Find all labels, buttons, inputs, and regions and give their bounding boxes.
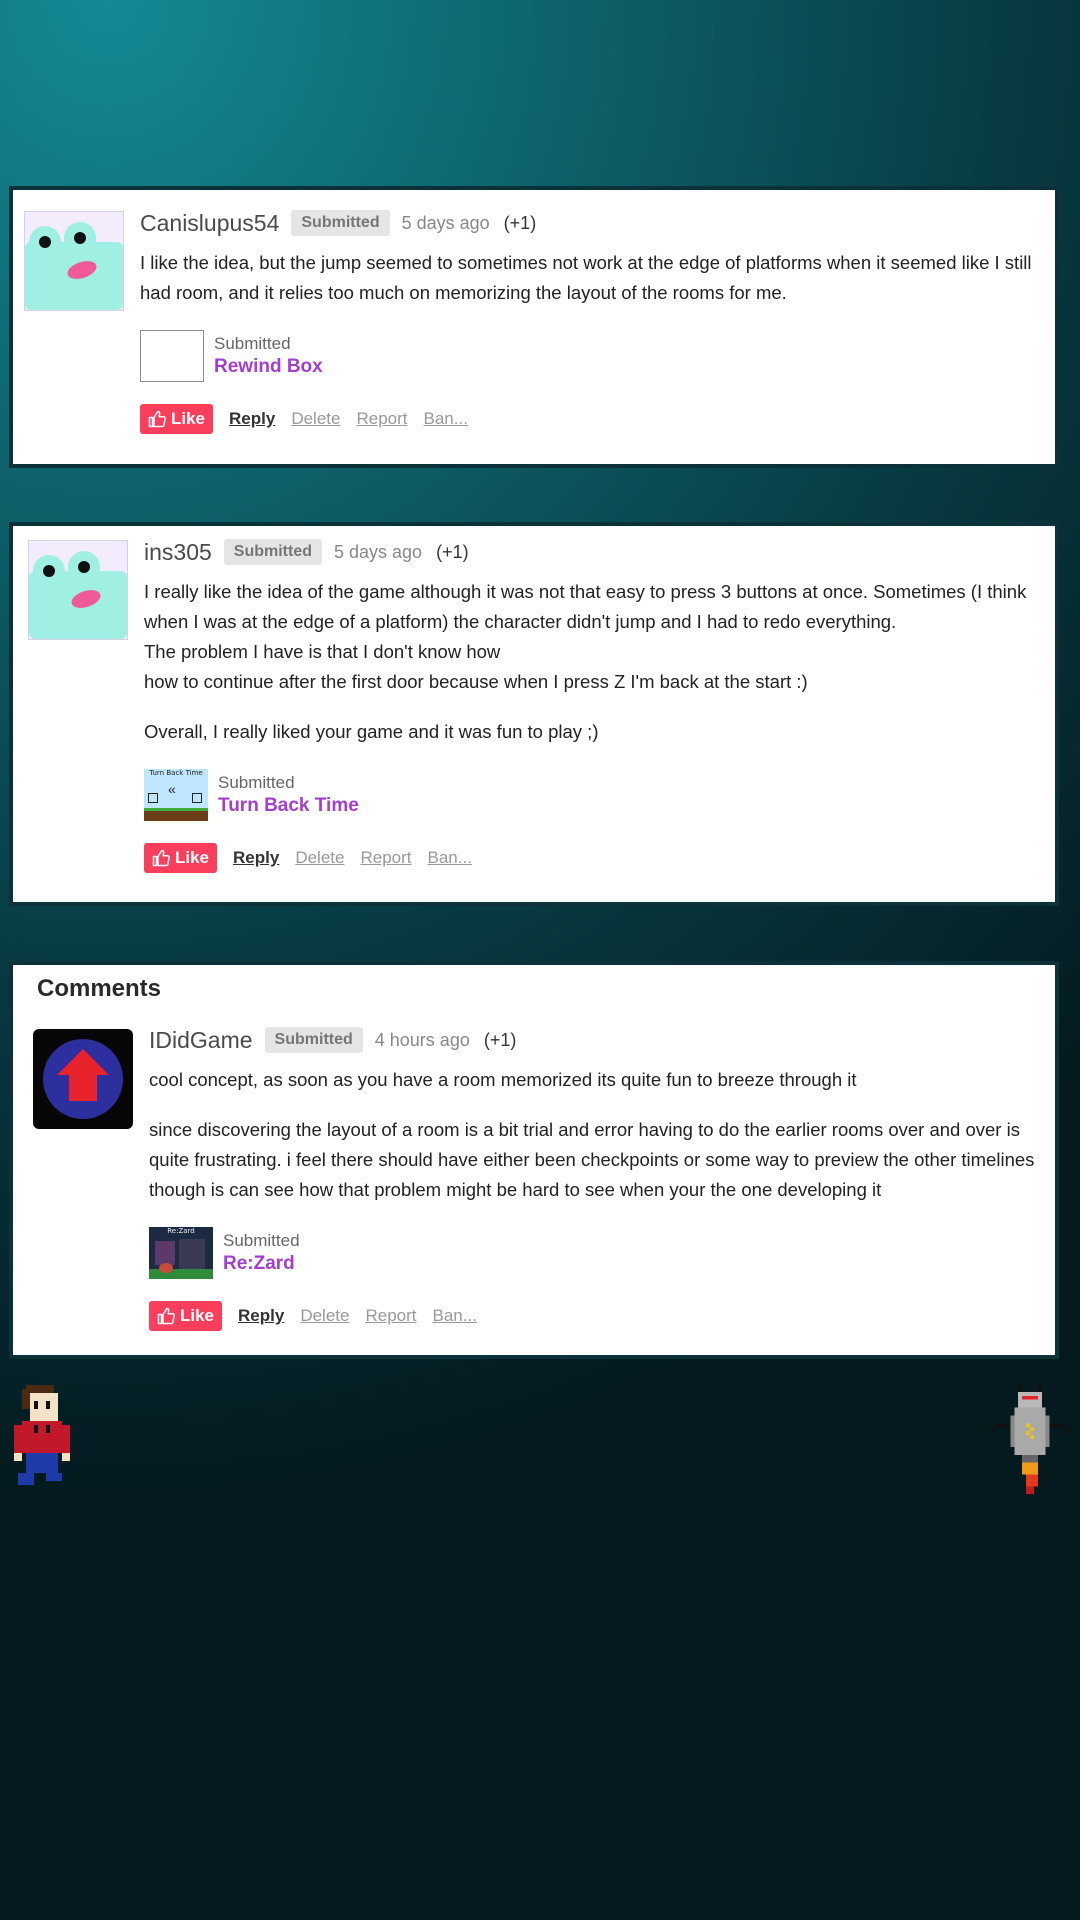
submission-link[interactable]: Turn Back Time: [218, 794, 359, 818]
comments-section: Comments IDidGame Submitted 4 hours ago …: [9, 961, 1059, 1359]
comment-time[interactable]: 5 days ago: [402, 213, 490, 234]
reply-link[interactable]: Reply: [238, 1306, 284, 1326]
like-button[interactable]: Like: [140, 404, 214, 434]
submission-link[interactable]: Rewind Box: [214, 355, 323, 379]
report-link[interactable]: Report: [360, 848, 411, 868]
delete-link[interactable]: Delete: [300, 1306, 349, 1326]
ban-link[interactable]: Ban...: [433, 1306, 477, 1326]
reply-link[interactable]: Reply: [229, 409, 275, 429]
comment-text: I really like the idea of the game altho…: [144, 581, 1027, 632]
like-button[interactable]: Like: [149, 1301, 223, 1331]
username-link[interactable]: IDidGame: [149, 1027, 253, 1054]
comments-heading: Comments: [37, 975, 162, 1002]
submitted-badge: Submitted: [223, 539, 322, 565]
thumbs-up-icon: [148, 410, 166, 428]
submitted-badge: Submitted: [264, 1027, 363, 1053]
comment-time[interactable]: 4 hours ago: [375, 1030, 470, 1051]
comment-card: Canislupus54 Submitted 5 days ago (+1) I…: [9, 186, 1059, 468]
comment-text: I like the idea, but the jump seemed to …: [140, 252, 1032, 303]
like-label: Like: [180, 1306, 215, 1325]
username-link[interactable]: ins305: [144, 539, 212, 566]
submission-link[interactable]: Re:Zard: [223, 1252, 300, 1276]
comment-card: ins305 Submitted 5 days ago (+1) I reall…: [9, 522, 1059, 906]
rocket-robot-sprite: [990, 1384, 1070, 1495]
thumbs-up-icon: [157, 1307, 175, 1325]
username-link[interactable]: Canislupus54: [140, 210, 279, 237]
report-link[interactable]: Report: [365, 1306, 416, 1326]
submission-label: Submitted: [218, 773, 295, 792]
submitted-badge: Submitted: [291, 210, 390, 236]
vote-count: (+1): [436, 541, 469, 562]
like-button[interactable]: Like: [144, 843, 218, 873]
comment-text: since discovering the layout of a room i…: [149, 1119, 1035, 1200]
report-link[interactable]: Report: [356, 409, 407, 429]
thumbnail-caption: Re:Zard: [167, 1227, 195, 1235]
submission-thumbnail[interactable]: Re:Zard: [149, 1227, 213, 1279]
comment-text: Overall, I really liked your game and it…: [144, 721, 599, 742]
avatar[interactable]: [24, 211, 124, 311]
reply-link[interactable]: Reply: [233, 848, 279, 868]
pixel-character-sprite: [14, 1385, 70, 1485]
ban-link[interactable]: Ban...: [428, 848, 472, 868]
ban-link[interactable]: Ban...: [424, 409, 468, 429]
vote-count: (+1): [483, 1029, 517, 1050]
frog-icon: [29, 551, 127, 639]
comment-text: The problem I have is that I don't know …: [144, 641, 501, 662]
submission-label: Submitted: [223, 1231, 300, 1250]
submission-thumbnail[interactable]: [140, 330, 204, 382]
delete-link[interactable]: Delete: [295, 848, 344, 868]
thumbs-up-icon: [152, 849, 170, 867]
comment-time[interactable]: 5 days ago: [334, 542, 422, 563]
thumbnail-caption: Turn Back Time: [149, 769, 203, 777]
house-arrow-icon: [43, 1039, 123, 1119]
like-label: Like: [171, 409, 206, 428]
comment-text: how to continue after the first door bec…: [144, 671, 808, 692]
delete-link[interactable]: Delete: [291, 409, 340, 429]
avatar[interactable]: [33, 1029, 133, 1129]
submission-thumbnail[interactable]: Turn Back Time «: [144, 769, 208, 821]
avatar[interactable]: [28, 540, 128, 640]
submission-label: Submitted: [214, 334, 291, 353]
frog-icon: [25, 222, 123, 310]
vote-count: (+1): [503, 212, 537, 233]
comment-text: cool concept, as soon as you have a room…: [149, 1069, 857, 1090]
like-label: Like: [175, 848, 210, 867]
